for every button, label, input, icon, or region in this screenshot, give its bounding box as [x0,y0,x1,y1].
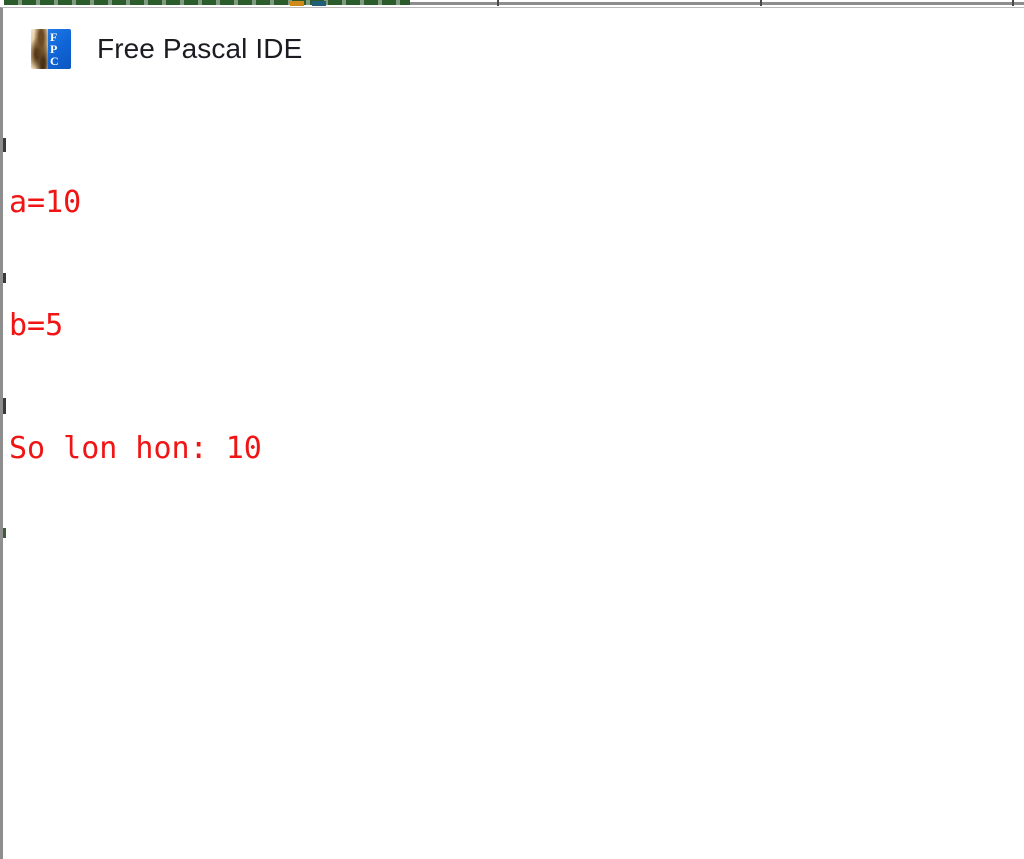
window-left-edge-mark [3,528,6,538]
background-tick-mark [1012,0,1014,6]
logo-letter-c: C [50,54,59,68]
console-line: b=5 [9,308,64,343]
background-horizontal-rule [410,2,1024,5]
window-left-edge-mark [3,273,6,283]
free-pascal-logo-icon: F P C [31,29,71,69]
background-teal-swatch [312,1,326,6]
background-window-sliver [0,0,1024,7]
background-tick-mark [497,0,499,6]
background-dashed-strip [4,0,410,5]
background-tick-mark [760,0,762,6]
console-output-area[interactable]: a=10 b=5 So lon hon: 10 [9,100,1024,859]
background-orange-swatch [290,1,304,6]
console-line: So lon hon: 10 [9,431,262,466]
free-pascal-ide-window[interactable]: F P C Free Pascal IDE a=10 b=5 So lon ho… [0,7,1024,859]
window-title-bar[interactable]: F P C Free Pascal IDE [3,8,1024,90]
window-title-text: Free Pascal IDE [97,33,303,64]
console-line: a=10 [9,185,82,220]
logo-mascot-figure [31,29,48,69]
window-left-edge-mark [3,398,6,414]
window-left-edge-mark [3,138,6,152]
